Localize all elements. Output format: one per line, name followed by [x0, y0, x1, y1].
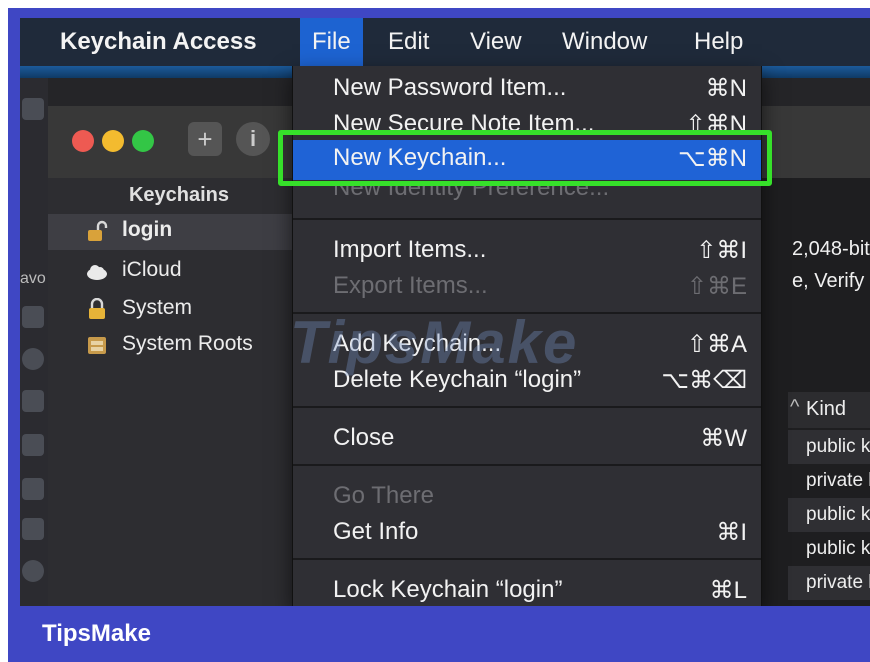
certificate-info-line: 2,048-bit: [792, 238, 870, 260]
sidebar-item-system-roots[interactable]: System Roots: [76, 328, 310, 364]
keychains-sidebar: Keychains login iCloud System System Roo…: [48, 178, 311, 606]
document-icon: [22, 390, 44, 412]
cabinet-icon: [88, 337, 106, 354]
sidebar-header: Keychains: [128, 184, 230, 206]
close-window-button[interactable]: [72, 130, 94, 152]
menu-item-label: Lock Keychain “login”: [333, 576, 563, 603]
desktop-icon: [22, 98, 44, 120]
menu-item-import-items[interactable]: Import Items... ⇧⌘I: [293, 234, 761, 270]
unlocked-padlock-icon: [88, 220, 108, 241]
sidebar-item-login[interactable]: login: [48, 214, 310, 250]
sort-chevron-icon: ^: [790, 396, 800, 418]
tipsmake-frame: avo + i Keychains login iCloud System Sy…: [8, 8, 870, 662]
sidebar-item-label: login: [122, 218, 173, 241]
watermark: TipsMake: [290, 309, 579, 376]
certificate-info-line: e, Verify: [792, 270, 865, 292]
menu-item-export-items: Export Items... ⇧⌘E: [293, 270, 761, 306]
sidebar-item-label: System: [122, 296, 193, 319]
table-row[interactable]: public k: [788, 498, 870, 532]
menu-bar: Keychain Access File Edit View Window He…: [20, 18, 870, 66]
menu-item-label: New Password Item...: [333, 74, 567, 101]
menu-item-go-there: Go There: [293, 480, 761, 516]
menu-item-shortcut: ⌘I: [716, 519, 747, 546]
file-icon: [22, 518, 44, 540]
menu-item-shortcut: ⌘N: [705, 75, 747, 102]
sidebar-item-system[interactable]: System: [76, 292, 310, 328]
kind-column-label: Kind: [806, 398, 847, 420]
desktop-strip: avo: [20, 78, 48, 606]
info-button[interactable]: i: [236, 122, 270, 156]
menu-separator: [293, 464, 761, 466]
table-row[interactable]: public k: [788, 430, 870, 464]
menu-view[interactable]: View: [470, 28, 522, 56]
menu-item-shortcut: ⌥⌘⌫: [661, 367, 747, 394]
zoom-window-button[interactable]: [132, 130, 154, 152]
sidebar-item-label: iCloud: [122, 258, 182, 281]
sidebar-item-icloud[interactable]: iCloud: [76, 254, 310, 290]
table-row[interactable]: public k: [806, 532, 870, 566]
menu-edit[interactable]: Edit: [388, 28, 429, 56]
airdrop-icon: [22, 560, 44, 582]
menu-item-lock-keychain[interactable]: Lock Keychain “login” ⌘L: [293, 574, 761, 606]
add-button[interactable]: +: [188, 122, 222, 156]
menu-help[interactable]: Help: [694, 28, 743, 56]
menu-item-shortcut: ⇧⌘E: [686, 273, 747, 300]
padlock-icon: [89, 298, 105, 319]
pen-icon: [22, 478, 44, 500]
folder-icon: [22, 306, 44, 328]
menu-item-label: Import Items...: [333, 236, 487, 263]
app-menu-name[interactable]: Keychain Access: [60, 28, 257, 56]
cloud-icon: [87, 265, 107, 280]
document-icon: [22, 434, 44, 456]
minimize-window-button[interactable]: [102, 130, 124, 152]
menu-file[interactable]: File: [300, 18, 363, 66]
menu-item-shortcut: ⇧⌘I: [696, 237, 747, 264]
menu-window[interactable]: Window: [562, 28, 647, 56]
table-row[interactable]: private k: [806, 464, 870, 498]
menu-item-label: Close: [333, 424, 395, 451]
menu-item-get-info[interactable]: Get Info ⌘I: [293, 516, 761, 552]
brand-logo: TipsMake: [42, 620, 151, 647]
menu-item-close[interactable]: Close ⌘W: [293, 422, 761, 458]
menu-item-shortcut: ⇧⌘A: [686, 331, 747, 358]
menu-item-label: Go There: [333, 482, 434, 509]
table-row[interactable]: public k: [806, 598, 870, 606]
kind-column-header[interactable]: ^ Kind: [788, 392, 870, 428]
menu-item-label: Get Info: [333, 518, 419, 545]
download-icon: [22, 348, 44, 370]
menu-separator: [293, 406, 761, 408]
menu-item-new-password[interactable]: New Password Item... ⌘N: [293, 72, 761, 108]
menu-separator: [293, 218, 761, 220]
highlight-annotation-box: [278, 130, 772, 186]
menu-item-label: Export Items...: [333, 272, 488, 299]
screenshot: avo + i Keychains login iCloud System Sy…: [20, 18, 870, 606]
sidebar-item-label: System Roots: [122, 332, 253, 355]
menu-item-shortcut: ⌘W: [700, 425, 747, 452]
menu-separator: [293, 558, 761, 560]
table-row[interactable]: private k: [788, 566, 870, 600]
desktop-partial-label: avo: [20, 270, 46, 287]
menu-item-shortcut: ⌘L: [709, 577, 747, 604]
